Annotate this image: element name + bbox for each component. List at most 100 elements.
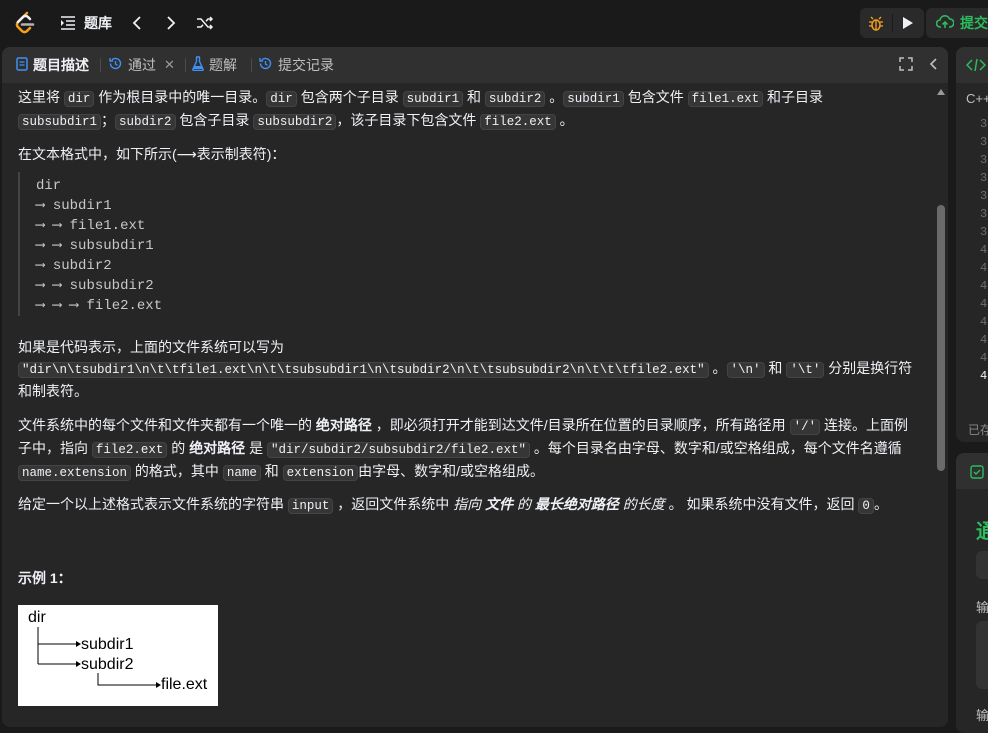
paragraph-code-representation: 如果是代码表示，上面的文件系统可以写为 "dir\n\tsubdir1\n\t\t… [18, 337, 918, 402]
save-status: 已存 [968, 423, 988, 437]
inline-code: "dir\n\tsubdir1\n\t\tfile1.ext\n\t\tsubs… [18, 362, 709, 378]
text: 和子目录 [763, 89, 823, 105]
inline-code: input [287, 498, 334, 514]
line-number: 3 [980, 171, 988, 185]
tree-line: ⟶ subdir2 [36, 258, 112, 274]
line-number: 3 [980, 207, 988, 221]
line-number: 3 [980, 189, 988, 203]
text: 。 [555, 112, 574, 128]
text: 。 [545, 89, 564, 105]
text: 包含子目录 [175, 112, 254, 128]
inline-code: file1.ext [687, 91, 764, 107]
tab-accepted-label: 通过 [128, 57, 156, 73]
scroll-up-arrow-icon[interactable] [937, 89, 945, 95]
tree-line: ⟶ ⟶ file1.ext [36, 218, 146, 234]
result-tabs [956, 453, 988, 489]
case-tab[interactable] [976, 551, 988, 579]
line-number: 4 [980, 297, 988, 311]
bold-italic-text: 文件 [481, 496, 517, 512]
bold-text: 绝对路径 [315, 417, 372, 433]
panel-tools [898, 56, 940, 75]
language-selector[interactable]: C++ [966, 91, 988, 106]
bold-italic-text: 最长绝对路径 [534, 496, 619, 512]
line-number: 4 [980, 369, 988, 383]
text: 和 [260, 463, 283, 479]
italic-text: 的 [516, 496, 535, 512]
italic-text: 指向 [453, 496, 482, 512]
inline-code: '\n' [726, 362, 765, 378]
divider [892, 14, 893, 32]
line-number: 4 [980, 261, 988, 275]
list-icon [60, 16, 76, 30]
line-number: 3 [980, 135, 988, 149]
text: ，即必须打开才能到达文件/目录所在位置的目录顺序，所有路径用 [371, 417, 790, 433]
previous-problem-button[interactable] [130, 12, 144, 34]
inline-code: "dir/subdir2/subsubdir2/file2.ext" [266, 442, 531, 458]
inline-code: dir [63, 91, 95, 107]
tree-line: ⟶ ⟶ subsubdir1 [36, 238, 154, 254]
tab-description[interactable]: 题目描述 [16, 47, 89, 83]
tab-submissions[interactable]: 提交记录 [258, 47, 334, 83]
inline-code: subdir1 [402, 91, 464, 107]
collapse-panel-button[interactable] [928, 56, 940, 75]
tab-solutions[interactable]: 题解 [192, 47, 237, 83]
editor-tabs [956, 47, 988, 83]
inline-code: subsubdir2 [253, 114, 337, 130]
code-icon[interactable] [965, 57, 987, 76]
text: ； [101, 112, 116, 128]
random-problem-button[interactable] [196, 12, 214, 34]
submit-button[interactable]: 提交 [926, 8, 988, 38]
bug-icon [869, 16, 883, 31]
problem-list-button[interactable]: 题库 [60, 12, 112, 34]
problem-list-label: 题库 [84, 15, 112, 31]
code-editor: C++ 3 3 3 3 3 3 3 4 4 4 4 4 4 4 4 已存 [956, 47, 988, 442]
text: 给定一个以上述格式表示文件系统的字符串 [18, 496, 288, 512]
text: ，该子目录下包含文件 [336, 112, 481, 128]
document-icon [16, 56, 28, 74]
text: 。 [708, 360, 727, 376]
top-navigation-bar: 题库 提交 [0, 0, 988, 46]
inline-code: extension [282, 465, 359, 481]
line-number: 3 [980, 225, 988, 239]
tab-submissions-label: 提交记录 [278, 57, 334, 73]
paragraph-directory-intro: 这里将 dir 作为根目录中的唯一目录。 dir 包含两个子目录 subdir1 … [18, 87, 918, 133]
checkbox-icon[interactable] [970, 465, 984, 482]
text: 这里将 [18, 89, 64, 105]
flask-icon [192, 56, 204, 74]
debug-button[interactable] [866, 13, 886, 33]
text: 作为根目录中的唯一目录。 [94, 89, 267, 105]
text: 和 [463, 89, 485, 105]
diagram-node-file: file.ext [161, 676, 208, 693]
tree-line: ⟶ subdir1 [36, 198, 112, 214]
tree-line: ⟶ ⟶ subsubdir2 [36, 278, 154, 294]
close-icon[interactable]: ✕ [164, 57, 175, 73]
tree-line: ⟶ ⟶ ⟶ file2.ext [36, 298, 163, 314]
description-scrollbar[interactable] [936, 87, 946, 727]
leetcode-logo-icon[interactable] [14, 11, 36, 35]
text: ，返回文件系统中 [333, 496, 454, 512]
tab-divider [100, 58, 101, 72]
inline-code: '/' [789, 419, 821, 435]
tab-accepted[interactable]: 通过 ✕ [108, 47, 175, 83]
run-button[interactable] [900, 15, 916, 31]
file-tree-block: dir ⟶ subdir1 ⟶ ⟶ file1.ext ⟶ ⟶ subsubdi… [18, 172, 918, 316]
submit-label: 提交 [960, 15, 988, 31]
text: 。每个目录名由字母、数字和/或空格组成，每个文件名遵循 [530, 440, 902, 456]
paragraph-task: 给定一个以上述格式表示文件系统的字符串 input ，返回文件系统中 指向 文件… [18, 494, 918, 517]
cloud-upload-icon [935, 14, 955, 33]
tab-description-label: 题目描述 [33, 57, 89, 73]
fullscreen-button[interactable] [898, 56, 914, 75]
scrollbar-thumb[interactable] [937, 205, 945, 471]
example-1-diagram: dir subdir1 subdir2 file.ext [18, 605, 218, 706]
line-number: 4 [980, 315, 988, 329]
bold-text: 绝对路径 [189, 440, 246, 456]
history-icon [258, 56, 273, 74]
line-number: 4 [980, 351, 988, 365]
tab-solutions-label: 题解 [209, 57, 237, 73]
text: 的 [167, 440, 190, 456]
test-result-panel: 通 输 输 [956, 453, 988, 733]
problem-description: 这里将 dir 作为根目录中的唯一目录。 dir 包含两个子目录 subdir1 … [18, 83, 930, 723]
paragraph-text-format: 在文本格式中，如下所示(⟶表示制表符)： [18, 146, 286, 162]
next-problem-button[interactable] [164, 12, 178, 34]
text: 。 如果系统中没有文件，返回 [664, 496, 859, 512]
